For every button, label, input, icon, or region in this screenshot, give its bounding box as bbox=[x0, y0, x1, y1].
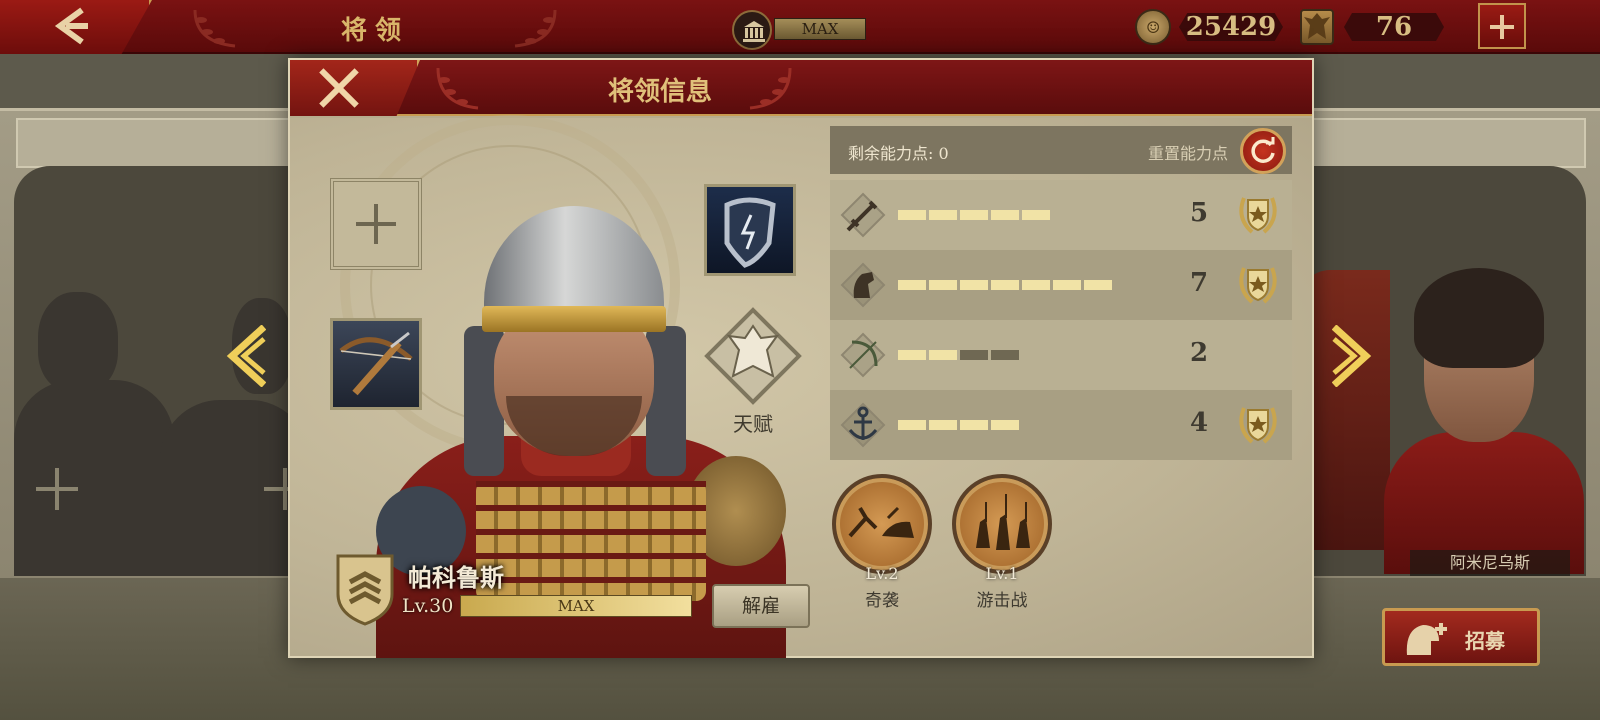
stat-segment bbox=[1022, 280, 1050, 290]
ability-points-header: 剩余能力点: 0 重置能力点 bbox=[830, 126, 1292, 174]
ambush-icon bbox=[832, 474, 932, 574]
building-level-value: MAX bbox=[774, 18, 866, 40]
neighbor-hero-name: 阿米尼乌斯 bbox=[1410, 550, 1570, 576]
stat-segment bbox=[898, 350, 926, 360]
spqr-count: 76 bbox=[1344, 13, 1444, 41]
remaining-points-label: 剩余能力点: bbox=[848, 144, 934, 163]
laurel-icon bbox=[749, 67, 792, 110]
reset-points-label: 重置能力点 bbox=[1148, 144, 1229, 163]
stat-segment bbox=[960, 210, 988, 220]
back-arrow-icon bbox=[54, 7, 88, 45]
skill-level: Lv.2 bbox=[865, 564, 899, 583]
stat-segment bbox=[960, 420, 988, 430]
reset-points-button[interactable] bbox=[1240, 128, 1286, 174]
temple-icon bbox=[732, 10, 772, 50]
stat-segment bbox=[929, 420, 957, 430]
stat-row-infantry[interactable]: 5 bbox=[830, 180, 1292, 250]
stat-segment bbox=[991, 350, 1019, 360]
stat-segment bbox=[960, 350, 988, 360]
stat-bar bbox=[898, 210, 1138, 220]
previous-hero-arrow-icon[interactable] bbox=[226, 325, 266, 387]
stat-segment bbox=[898, 420, 926, 430]
guerrilla-icon bbox=[952, 474, 1052, 574]
bow-icon bbox=[840, 332, 886, 378]
skill-guerrilla[interactable]: Lv.1 游击战 bbox=[950, 474, 1054, 614]
hero-level: Lv.30 bbox=[402, 595, 454, 617]
back-button[interactable] bbox=[0, 0, 152, 54]
experience-bar: MAX bbox=[460, 595, 692, 617]
stat-segment bbox=[1022, 210, 1050, 220]
stat-value: 4 bbox=[1190, 408, 1209, 438]
add-resource-button[interactable] bbox=[1478, 3, 1526, 49]
page-title: 将领 bbox=[340, 16, 409, 46]
anchor-icon bbox=[840, 402, 886, 448]
stat-segment bbox=[991, 210, 1019, 220]
remaining-points: 剩余能力点: 0 bbox=[848, 140, 949, 164]
coin-count: 25429 bbox=[1179, 13, 1283, 41]
stat-segment bbox=[960, 280, 988, 290]
close-button[interactable] bbox=[290, 60, 420, 116]
next-hero-arrow-icon[interactable] bbox=[1332, 325, 1372, 387]
recruit-button[interactable]: 招募 bbox=[1382, 608, 1540, 666]
top-bar: 将领 MAX ☺ 25429 76 bbox=[0, 0, 1600, 54]
star-laurel-badge-icon bbox=[1234, 402, 1282, 448]
star-laurel-badge-icon bbox=[1234, 262, 1282, 308]
skill-name: 奇袭 bbox=[865, 591, 899, 611]
stat-segment bbox=[898, 210, 926, 220]
stat-segment bbox=[929, 210, 957, 220]
plus-icon bbox=[36, 468, 78, 510]
skill-ambush[interactable]: Lv.2 奇袭 bbox=[830, 474, 934, 614]
skill-name: 游击战 bbox=[976, 591, 1028, 611]
stat-row-navy[interactable]: 4 bbox=[830, 390, 1292, 460]
horse-icon bbox=[840, 262, 886, 308]
spqr-eagle-icon bbox=[1300, 9, 1334, 45]
stat-segment bbox=[991, 280, 1019, 290]
stat-value: 5 bbox=[1190, 198, 1209, 228]
neighbor-hero-portrait[interactable] bbox=[1384, 262, 1584, 574]
stat-segment bbox=[929, 280, 957, 290]
stat-segment bbox=[1084, 280, 1112, 290]
sword-icon bbox=[840, 192, 886, 238]
remaining-points-value: 0 bbox=[938, 144, 949, 163]
refresh-icon bbox=[1251, 137, 1275, 163]
empty-hero-silhouette bbox=[38, 292, 118, 392]
stat-value: 7 bbox=[1190, 268, 1209, 298]
building-level[interactable]: MAX bbox=[732, 10, 872, 50]
laurel-icon bbox=[436, 67, 479, 110]
hero-name: 帕科鲁斯 bbox=[408, 563, 504, 592]
stat-segment bbox=[898, 280, 926, 290]
stat-segment bbox=[1053, 280, 1081, 290]
laurel-icon bbox=[514, 9, 557, 48]
dismiss-button[interactable]: 解雇 bbox=[712, 584, 810, 628]
stat-segment bbox=[991, 420, 1019, 430]
stat-segment bbox=[929, 350, 957, 360]
laurel-icon bbox=[193, 9, 236, 48]
stat-bar bbox=[898, 420, 1138, 430]
star-laurel-badge-icon bbox=[1234, 192, 1282, 238]
skill-level: Lv.1 bbox=[985, 564, 1019, 583]
stat-row-archery[interactable]: 2 bbox=[830, 320, 1292, 390]
rank-chevron-icon bbox=[334, 550, 396, 626]
stat-value: 2 bbox=[1190, 338, 1209, 368]
stat-bar bbox=[898, 350, 1138, 360]
stat-bar bbox=[898, 280, 1138, 290]
dialog-header: 将领信息 bbox=[290, 60, 1312, 116]
coin-icon: ☺ bbox=[1135, 9, 1171, 45]
spartan-helmet-icon bbox=[1406, 623, 1447, 655]
recruit-label: 招募 bbox=[1465, 629, 1505, 653]
stat-row-cavalry[interactable]: 7 bbox=[830, 250, 1292, 320]
experience-label: MAX bbox=[557, 597, 595, 615]
